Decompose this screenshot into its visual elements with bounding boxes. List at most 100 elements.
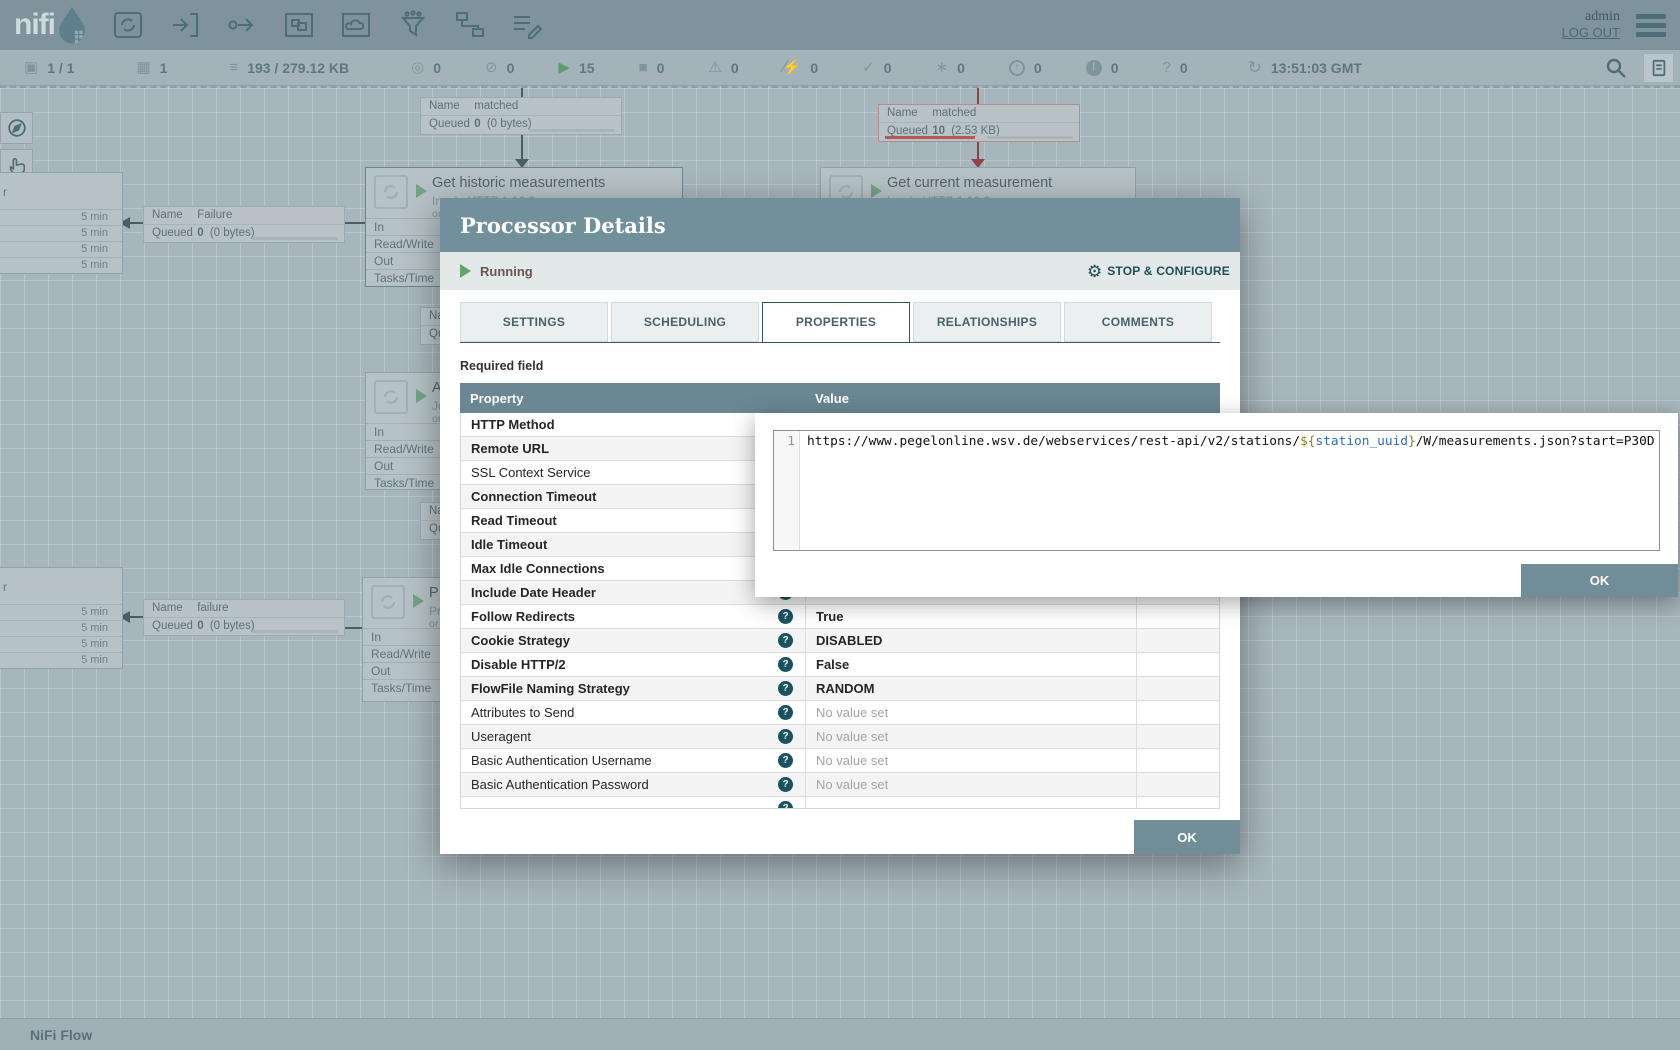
input-port-tool-icon[interactable]: [165, 7, 205, 43]
processor-partial[interactable]: r 5 min 5 min 5 min 5 min: [0, 567, 123, 669]
el-variable: station_uuid: [1316, 434, 1408, 449]
connection-line-alert: [977, 142, 979, 159]
status-icon: ■: [639, 60, 648, 75]
property-name: HTTP Method: [471, 417, 555, 432]
line-number: 1: [787, 434, 795, 449]
funnel-tool-icon[interactable]: [393, 7, 433, 43]
status-value: 0: [731, 60, 739, 76]
property-row[interactable]: Basic Authentication Username ? No value…: [461, 749, 1219, 773]
status-bar: ▣ 1 / 1 ▦ 1 ≡ 193 / 279.12 KB ◎ 0 ⊘ 0: [0, 50, 1680, 86]
status-value: 0: [884, 60, 892, 76]
value-editor[interactable]: 1 https://www.pegelonline.wsv.de/webserv…: [773, 430, 1660, 551]
dialog-tab[interactable]: SETTINGS: [460, 302, 608, 342]
stop-and-configure-button[interactable]: ⚙ STOP & CONFIGURE: [1087, 263, 1230, 280]
help-icon[interactable]: ?: [778, 801, 793, 809]
connection-label[interactable]: Name matched Queued 0 (0 bytes): [420, 97, 622, 135]
status-item: ▣ 1 / 1: [24, 60, 74, 76]
help-icon[interactable]: ?: [778, 633, 793, 648]
status-value: 0: [1111, 60, 1119, 76]
connection-label[interactable]: Name Failure Queued 0 (0 bytes): [143, 206, 345, 243]
property-row-end: [1136, 629, 1219, 652]
property-value: False: [816, 657, 849, 672]
status-item: ■ 0: [639, 60, 665, 76]
status-item: ↑ 0: [1009, 60, 1042, 76]
nifi-logo: nifi: [0, 0, 108, 50]
status-icon: !: [1086, 60, 1102, 76]
help-icon[interactable]: ?: [778, 657, 793, 672]
property-row[interactable]: Cookie Strategy ? DISABLED: [461, 629, 1219, 653]
running-indicator-icon: [413, 594, 424, 608]
connection-line: [130, 616, 143, 618]
search-icon[interactable]: [1599, 53, 1633, 83]
property-row-end: [1136, 677, 1219, 700]
dialog-ok-button[interactable]: OK: [1134, 820, 1240, 854]
process-group-tool-icon[interactable]: [279, 7, 319, 43]
help-icon[interactable]: ?: [778, 729, 793, 744]
processor-icon: [374, 175, 408, 209]
help-icon[interactable]: ?: [778, 705, 793, 720]
running-indicator-icon: [416, 184, 427, 198]
dialog-header: Processor Details: [440, 198, 1240, 252]
queue-name-value: matched: [474, 100, 518, 112]
template-tool-icon[interactable]: [450, 7, 490, 43]
app-header: nifi admin LOG OUT: [0, 0, 1680, 50]
property-row[interactable]: FlowFile Naming Strategy ? RANDOM: [461, 677, 1219, 701]
backpressure-object-bar: [150, 630, 240, 633]
status-value: 1: [160, 60, 168, 76]
value-column-header: Value: [805, 391, 849, 406]
property-row[interactable]: Attributes to Send ? No value set: [461, 701, 1219, 725]
property-name: SSL Context Service: [471, 465, 590, 480]
run-state-label: Running: [480, 264, 533, 279]
property-value: No value set: [816, 729, 888, 744]
help-icon[interactable]: ?: [778, 777, 793, 792]
status-item: ⊘ 0: [485, 60, 514, 76]
status-icon: ✓: [862, 60, 875, 75]
running-indicator-icon: [416, 389, 427, 403]
processor-partial[interactable]: r 5 min 5 min 5 min 5 min: [0, 172, 123, 274]
property-value: True: [816, 609, 843, 624]
dialog-tab[interactable]: RELATIONSHIPS: [913, 302, 1061, 342]
help-icon[interactable]: ?: [778, 753, 793, 768]
breadcrumb[interactable]: NiFi Flow: [30, 1027, 92, 1043]
connection-label[interactable]: Name failure Queued 0 (0 bytes): [143, 599, 345, 636]
connection-line: [345, 222, 365, 224]
connection-label[interactable]: Name matched Queued 10 (2.53 KB): [878, 104, 1080, 142]
status-icon: ≡: [229, 60, 238, 75]
status-value: 0: [657, 60, 665, 76]
status-item: ! 0: [1086, 60, 1119, 76]
dialog-tab[interactable]: COMMENTS: [1064, 302, 1212, 342]
help-icon[interactable]: ?: [778, 681, 793, 696]
label-tool-icon[interactable]: [507, 7, 547, 43]
navigate-compass-button[interactable]: [0, 112, 33, 144]
bulletin-board-button[interactable]: [1643, 53, 1674, 83]
el-open: ${: [1300, 434, 1315, 449]
dialog-tab[interactable]: SCHEDULING: [611, 302, 759, 342]
property-row[interactable]: Useragent ? No value set: [461, 725, 1219, 749]
property-row[interactable]: Basic Authentication Password ? No value…: [461, 773, 1219, 797]
output-port-tool-icon[interactable]: [222, 7, 262, 43]
status-item: ⚡ 0: [783, 60, 818, 76]
processor-tool-icon[interactable]: [108, 7, 148, 43]
droplet-icon: [55, 5, 89, 45]
connection-line: [521, 135, 523, 159]
help-icon[interactable]: ?: [778, 609, 793, 624]
property-row[interactable]: Follow Redirects ? True: [461, 605, 1219, 629]
dialog-tab[interactable]: PROPERTIES: [762, 302, 910, 343]
property-row[interactable]: Disable HTTP/2 ? False: [461, 653, 1219, 677]
remote-process-group-tool-icon[interactable]: [336, 7, 376, 43]
remote-url-value[interactable]: https://www.pegelonline.wsv.de/webservic…: [800, 431, 1655, 550]
backpressure-size-bar: [252, 630, 338, 633]
logout-link[interactable]: LOG OUT: [1561, 25, 1620, 41]
property-name: Include Date Header: [471, 585, 596, 600]
processor-stats: 5 min 5 min 5 min 5 min: [0, 604, 122, 668]
editor-ok-button[interactable]: OK: [1521, 564, 1678, 597]
connection-line: [130, 222, 143, 224]
value-editor-panel: 1 https://www.pegelonline.wsv.de/webserv…: [755, 413, 1678, 597]
global-menu-icon[interactable]: [1636, 10, 1666, 41]
property-row-end: [1136, 653, 1219, 676]
property-row[interactable]: ?: [461, 797, 1219, 809]
refresh-icon[interactable]: ↻: [1248, 59, 1262, 76]
backpressure-size-bar: [252, 237, 338, 240]
property-name: Max Idle Connections: [471, 561, 605, 576]
property-name: Follow Redirects: [471, 609, 575, 624]
